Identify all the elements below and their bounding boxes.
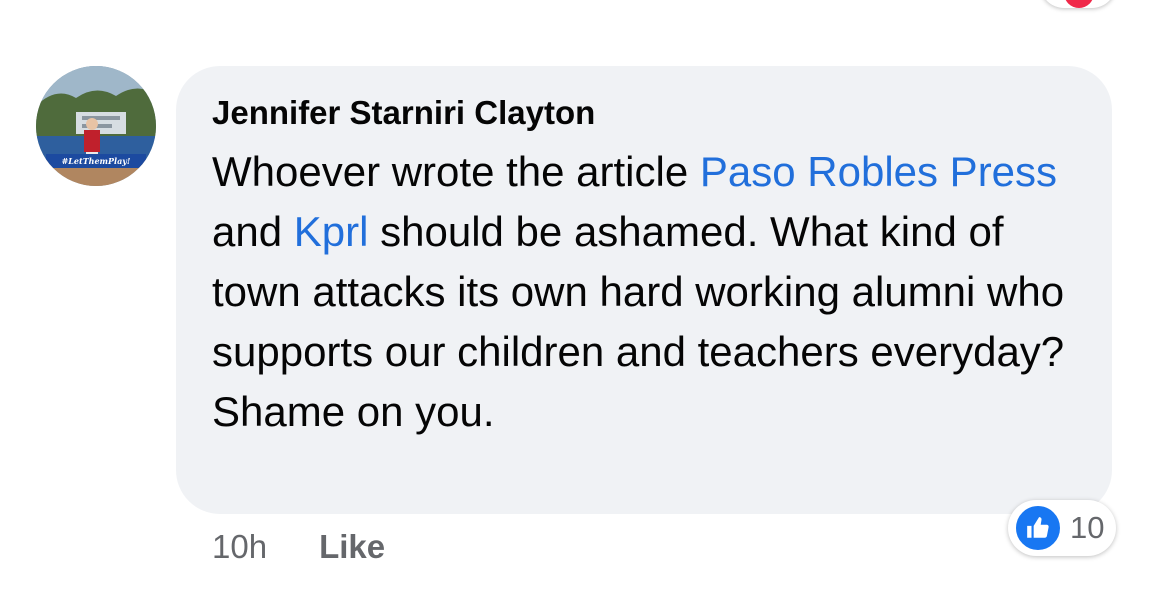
love-reaction-icon (1064, 0, 1094, 8)
link-kprl[interactable]: Kprl (294, 208, 369, 255)
comment-text-segment: Whoever wrote the article (212, 148, 700, 195)
avatar-caption: #LetThemPlay! (62, 156, 131, 166)
avatar[interactable]: #LetThemPlay! (36, 66, 156, 186)
avatar-image: #LetThemPlay! (36, 66, 156, 186)
reaction-count: 10 (1070, 510, 1105, 545)
previous-reaction-badge[interactable] (1040, 0, 1116, 8)
comment-meta-bar: 10h Like (212, 528, 385, 566)
link-paso-robles-press[interactable]: Paso Robles Press (700, 148, 1057, 195)
reaction-summary[interactable]: 10 (1008, 500, 1117, 556)
like-button[interactable]: Like (319, 528, 385, 566)
comment-text: Whoever wrote the article Paso Robles Pr… (212, 142, 1092, 442)
previous-comment-remnant: on (292, 0, 337, 6)
thumbs-up-icon (1014, 504, 1062, 552)
comment-text-segment: and (212, 208, 294, 255)
comment-timestamp[interactable]: 10h (212, 528, 267, 566)
comment-author-name[interactable]: Jennifer Starniri Clayton (212, 94, 595, 132)
